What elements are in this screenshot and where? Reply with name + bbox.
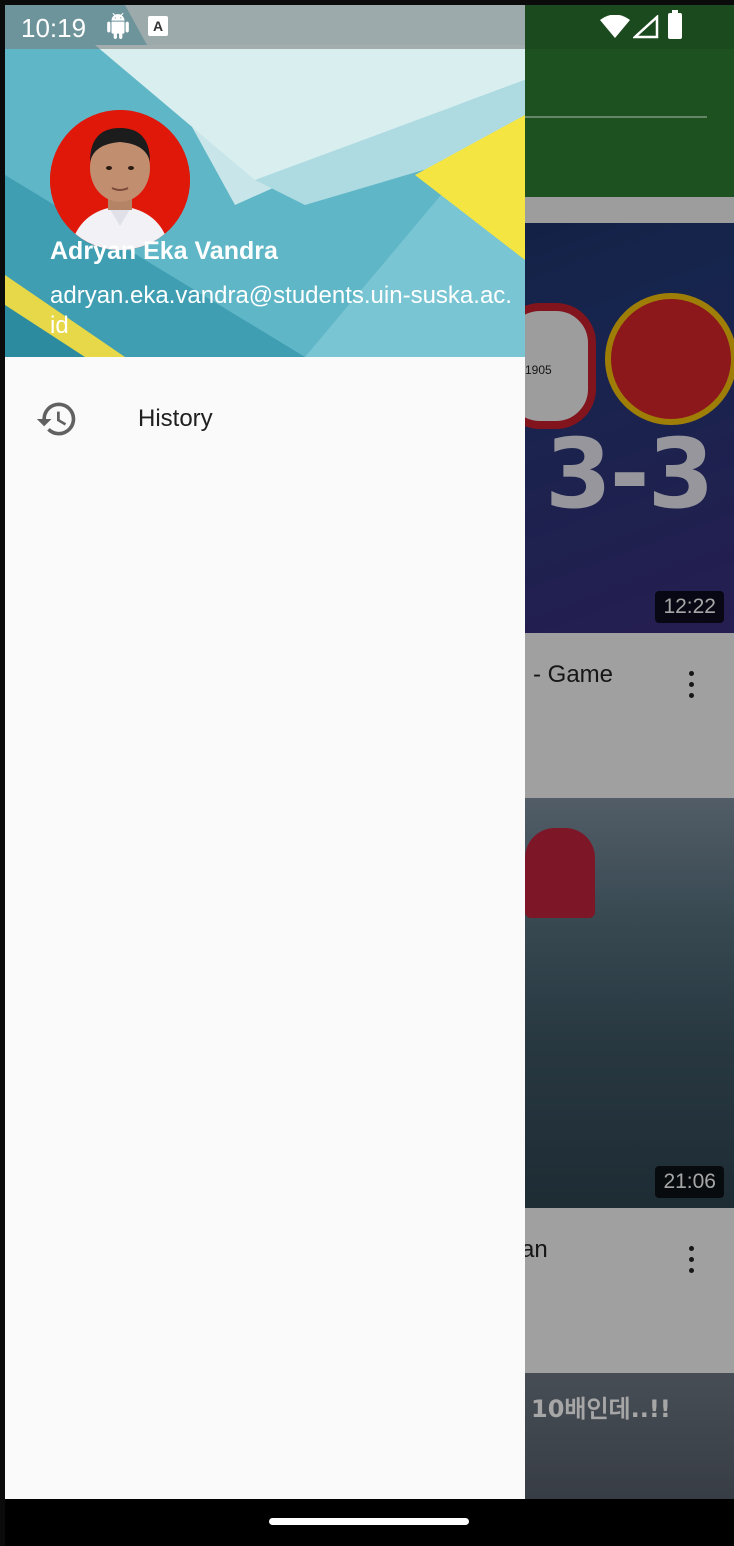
a-notification-icon: A	[148, 16, 168, 36]
menu-item-history[interactable]: History	[5, 373, 525, 463]
navigation-drawer: Adryan Eka Vandra adryan.eka.vandra@stud…	[5, 5, 525, 1499]
device-screen: 1905 3-3 12:22 l - Game 21:06 an 10배인데..…	[5, 5, 734, 1546]
avatar[interactable]	[50, 110, 190, 250]
history-icon	[36, 402, 76, 436]
home-gesture-handle[interactable]	[269, 1518, 469, 1525]
battery-icon	[668, 10, 682, 39]
clock: 10:19	[21, 13, 87, 43]
wifi-icon	[600, 15, 630, 38]
user-email: adryan.eka.vandra@students.uin-suska.ac.…	[50, 282, 512, 339]
menu-item-label: History	[138, 405, 213, 432]
system-nav-bar	[5, 1499, 734, 1546]
user-name: Adryan Eka Vandra	[50, 237, 278, 265]
android-icon	[107, 13, 129, 39]
drawer-header: Adryan Eka Vandra adryan.eka.vandra@stud…	[5, 5, 525, 357]
signal-icon	[633, 15, 659, 39]
status-bar: 10:19 A	[5, 5, 734, 49]
